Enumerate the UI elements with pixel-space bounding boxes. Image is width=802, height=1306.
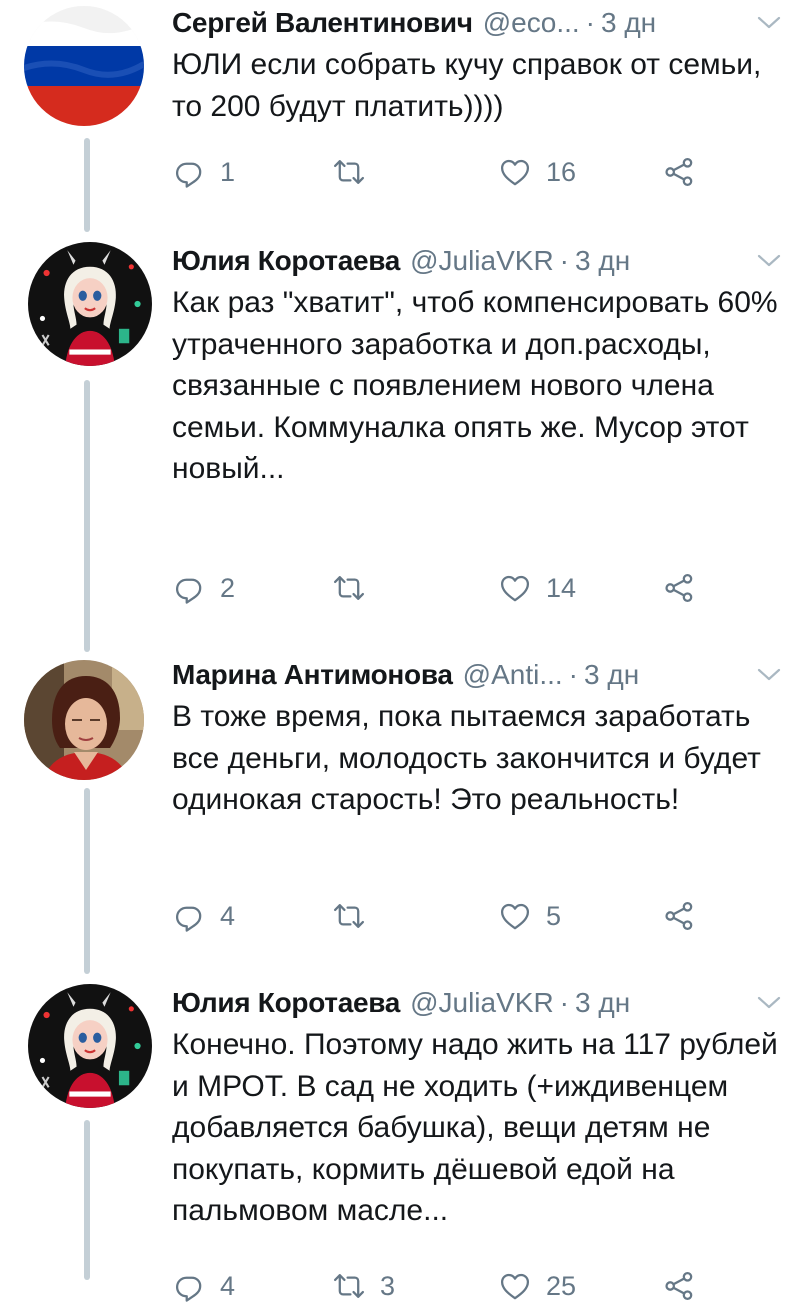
tweet-actions: 2 14 <box>172 568 732 608</box>
reply-icon <box>172 899 206 933</box>
user-handle[interactable]: @Anti... <box>463 652 563 698</box>
like-count: 16 <box>546 156 577 187</box>
avatar[interactable] <box>24 6 144 126</box>
user-handle[interactable]: @JuliaVKR <box>410 980 554 1026</box>
tweet-header: Марина Антимонова @Anti... · 3 дн <box>172 652 782 698</box>
heart-icon <box>498 899 532 933</box>
tweet-header: Юлия Коротаева @JuliaVKR · 3 дн <box>172 238 782 284</box>
tweet-actions: 4 5 <box>172 896 732 936</box>
retweet-count: 3 <box>380 1270 396 1301</box>
share-icon <box>662 899 696 933</box>
like-button[interactable]: 14 <box>498 568 576 608</box>
heart-icon <box>498 571 532 605</box>
reply-icon <box>172 1269 206 1303</box>
separator-dot: · <box>568 659 578 690</box>
separator-dot: · <box>585 7 595 38</box>
reply-button[interactable]: 4 <box>172 1266 235 1306</box>
woman-photo-avatar-icon <box>24 660 144 780</box>
display-name[interactable]: Марина Антимонова <box>172 652 453 698</box>
russian-flag-icon <box>24 6 144 126</box>
avatar[interactable] <box>24 660 144 780</box>
separator-dot: · <box>559 245 569 276</box>
reply-button[interactable]: 1 <box>172 152 235 192</box>
retweet-icon <box>332 155 366 189</box>
user-handle[interactable]: @eco... <box>483 0 580 46</box>
avatar[interactable] <box>28 242 152 366</box>
tweet-text: Как раз "хватит", чтоб компенсировать 60… <box>172 286 778 485</box>
like-count: 25 <box>546 1270 577 1301</box>
thread-line <box>84 1120 90 1280</box>
like-count: 14 <box>546 572 577 603</box>
timestamp[interactable]: 3 дн <box>575 980 630 1026</box>
chevron-down-icon[interactable] <box>756 15 782 31</box>
avatar[interactable] <box>28 984 152 1108</box>
share-icon <box>662 571 696 605</box>
retweet-button[interactable] <box>332 568 380 608</box>
reply-button[interactable]: 4 <box>172 896 235 936</box>
separator-dot: · <box>559 987 569 1018</box>
timestamp[interactable]: 3 дн <box>575 238 630 284</box>
share-button[interactable] <box>662 1266 696 1306</box>
thread-line <box>84 788 90 974</box>
chevron-down-icon[interactable] <box>756 253 782 269</box>
tweet-text: ЮЛИ если собрать кучу справок от семьи, … <box>172 48 762 123</box>
share-icon <box>662 1269 696 1303</box>
reply-button[interactable]: 2 <box>172 568 235 608</box>
cartoon-girl-avatar-icon <box>28 984 152 1108</box>
chevron-down-icon[interactable] <box>756 667 782 683</box>
share-button[interactable] <box>662 568 696 608</box>
reply-icon <box>172 155 206 189</box>
cartoon-girl-avatar-icon <box>28 242 152 366</box>
retweet-icon <box>332 1269 366 1303</box>
timestamp[interactable]: 3 дн <box>601 0 656 46</box>
thread-line <box>84 380 90 652</box>
heart-icon <box>498 1269 532 1303</box>
retweet-icon <box>332 899 366 933</box>
retweet-button[interactable] <box>332 896 380 936</box>
reply-count: 4 <box>220 1270 236 1301</box>
heart-icon <box>498 155 532 189</box>
thread-line <box>84 138 90 232</box>
reply-count: 2 <box>220 572 236 603</box>
retweet-icon <box>332 571 366 605</box>
retweet-button[interactable] <box>332 152 380 192</box>
display-name[interactable]: Юлия Коротаева <box>172 238 400 284</box>
like-count: 5 <box>546 900 562 931</box>
tweet-header: Юлия Коротаева @JuliaVKR · 3 дн <box>172 980 782 1026</box>
retweet-button[interactable]: 3 <box>332 1266 395 1306</box>
timestamp[interactable]: 3 дн <box>584 652 639 698</box>
like-button[interactable]: 25 <box>498 1266 576 1306</box>
share-icon <box>662 155 696 189</box>
reply-icon <box>172 571 206 605</box>
reply-count: 4 <box>220 900 236 931</box>
tweet-actions: 1 16 <box>172 152 732 192</box>
share-button[interactable] <box>662 896 696 936</box>
user-handle[interactable]: @JuliaVKR <box>410 238 554 284</box>
display-name[interactable]: Юлия Коротаева <box>172 980 400 1026</box>
share-button[interactable] <box>662 152 696 192</box>
display-name[interactable]: Сергей Валентинович <box>172 0 473 46</box>
tweet-actions: 4 3 25 <box>172 1266 732 1306</box>
like-button[interactable]: 5 <box>498 896 561 936</box>
tweet-text: В тоже время, пока пытаемся заработать в… <box>172 700 761 816</box>
reply-count: 1 <box>220 156 236 187</box>
tweet-header: Сергей Валентинович @eco... · 3 дн <box>172 0 782 46</box>
like-button[interactable]: 16 <box>498 152 576 192</box>
chevron-down-icon[interactable] <box>756 995 782 1011</box>
tweet-text: Конечно. Поэтому надо жить на 117 рублей… <box>172 1028 778 1227</box>
